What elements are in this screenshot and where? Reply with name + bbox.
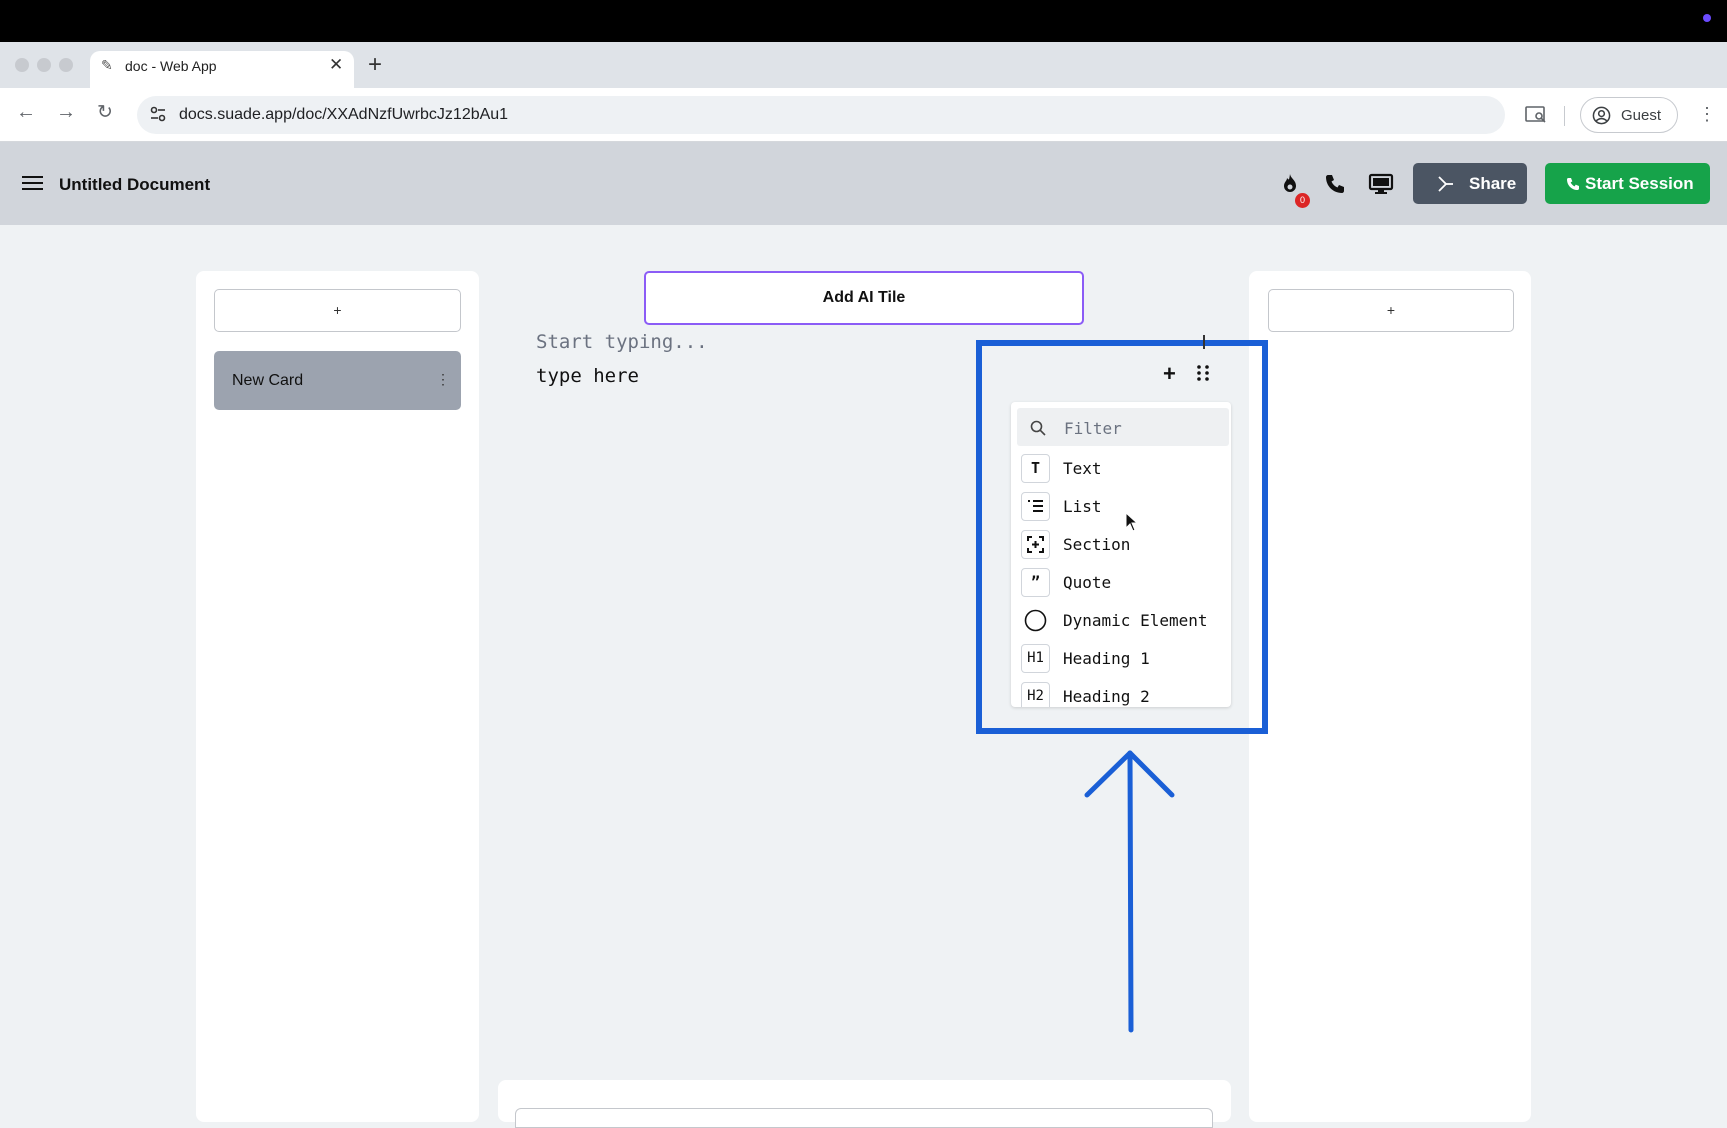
menu-item-label: Heading 1	[1063, 649, 1150, 668]
start-session-label: Start Session	[1585, 174, 1694, 193]
quote-icon: ”	[1021, 568, 1050, 597]
share-label: Share	[1469, 174, 1517, 193]
forward-icon[interactable]: →	[56, 101, 76, 124]
editor-text[interactable]: type here	[536, 365, 639, 387]
url-text[interactable]: docs.suade.app/doc/XXAdNzfUwrbcJz12bAu1	[179, 106, 508, 124]
menu-item-label: Quote	[1063, 573, 1112, 592]
os-menu-bar	[0, 0, 1727, 42]
search-icon	[1030, 420, 1046, 436]
profile-label: Guest	[1621, 107, 1662, 124]
add-ai-tile-button[interactable]: Add AI Tile	[644, 271, 1084, 325]
right-sidebar-panel	[1249, 271, 1531, 1122]
window-minimize-button[interactable]	[37, 58, 51, 72]
menu-item-label: Section	[1063, 535, 1131, 554]
heading-2-icon: H2	[1021, 682, 1050, 707]
notification-badge: 0	[1295, 193, 1310, 208]
profile-icon	[1592, 106, 1611, 125]
bottom-input[interactable]	[515, 1108, 1213, 1128]
list-icon	[1021, 492, 1050, 521]
tab-close-icon[interactable]: ✕	[329, 55, 343, 75]
share-button[interactable]: Share	[1413, 163, 1527, 204]
monitor-icon[interactable]	[1368, 172, 1394, 196]
menu-item-label: Heading 2	[1063, 687, 1150, 706]
drag-handle-icon[interactable]	[1196, 364, 1210, 382]
add-right-button[interactable]: +	[1268, 289, 1514, 332]
menu-item-heading-2[interactable]: H2 Heading 2	[1017, 680, 1229, 707]
share-icon	[1438, 176, 1453, 192]
mouse-pointer-icon	[1125, 512, 1139, 532]
browser-menu-icon[interactable]: ⋮	[1698, 104, 1716, 125]
status-dot	[1703, 14, 1711, 22]
menu-item-list[interactable]: List	[1017, 490, 1229, 524]
menu-item-quote[interactable]: ” Quote	[1017, 566, 1229, 600]
hamburger-menu-icon[interactable]	[22, 176, 43, 190]
start-session-button[interactable]: Start Session	[1545, 163, 1710, 204]
menu-item-section[interactable]: Section	[1017, 528, 1229, 562]
menu-item-label: Text	[1063, 459, 1102, 478]
tab-search-icon[interactable]	[1524, 104, 1548, 126]
filter-input[interactable]: Filter	[1017, 408, 1229, 446]
filter-placeholder: Filter	[1064, 419, 1122, 438]
menu-item-label: Dynamic Element	[1063, 611, 1208, 630]
add-block-icon[interactable]: +	[1163, 361, 1176, 387]
add-card-button[interactable]: +	[214, 289, 461, 332]
toolbar-divider	[1564, 106, 1565, 126]
back-icon[interactable]: ←	[16, 101, 36, 124]
tab-title: doc - Web App	[125, 58, 217, 74]
site-settings-icon[interactable]	[148, 104, 168, 124]
heading-1-icon: H1	[1021, 644, 1050, 673]
window-close-button[interactable]	[15, 58, 29, 72]
menu-item-label: List	[1063, 497, 1102, 516]
document-title[interactable]: Untitled Document	[59, 175, 210, 195]
block-type-menu: Filter T Text List Section ” Quote Dynam…	[1011, 402, 1231, 707]
annotation-arrow-icon	[1084, 750, 1175, 1033]
menu-item-dynamic-element[interactable]: Dynamic Element	[1017, 604, 1229, 638]
section-icon	[1021, 530, 1050, 559]
circle-icon	[1021, 606, 1050, 635]
menu-item-text[interactable]: T Text	[1017, 452, 1229, 486]
card-menu-icon[interactable]: ⋮	[436, 371, 450, 388]
phone-icon[interactable]	[1323, 172, 1347, 196]
phone-icon	[1567, 178, 1579, 190]
card-label: New Card	[232, 372, 304, 389]
text-icon: T	[1021, 454, 1050, 483]
tab-favicon-icon: ✎	[101, 57, 113, 73]
reload-icon[interactable]: ↻	[97, 101, 113, 124]
fire-icon[interactable]	[1278, 172, 1302, 196]
editor-placeholder[interactable]: Start typing...	[536, 331, 708, 353]
new-tab-button[interactable]: +	[368, 51, 382, 79]
window-maximize-button[interactable]	[59, 58, 73, 72]
block-divider-mark	[1203, 335, 1205, 349]
card-item[interactable]: New Card ⋮	[214, 351, 461, 410]
menu-item-heading-1[interactable]: H1 Heading 1	[1017, 642, 1229, 676]
